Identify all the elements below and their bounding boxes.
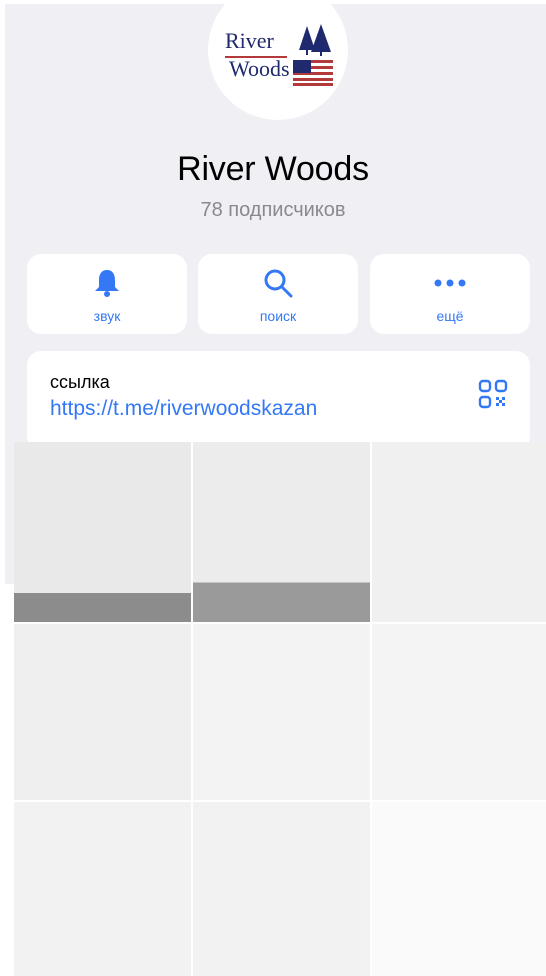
sound-button[interactable]: звук <box>27 254 187 334</box>
media-thumb[interactable] <box>193 624 370 800</box>
logo-text-woods: Woods <box>229 56 290 81</box>
trees-icon <box>299 24 331 56</box>
subscriber-count: 78 подписчиков <box>200 199 346 221</box>
flag-icon <box>293 60 333 86</box>
channel-link[interactable]: https://t.me/riverwoodskazan <box>50 397 317 421</box>
media-thumb[interactable] <box>14 624 191 800</box>
qr-code-icon[interactable] <box>478 379 508 414</box>
media-thumb[interactable] <box>372 624 546 800</box>
sound-label: звук <box>93 308 121 324</box>
more-label: ещё <box>436 308 464 324</box>
logo-text-river: River <box>225 28 274 53</box>
more-button[interactable]: ещё <box>370 254 530 334</box>
channel-title: River Woods <box>177 150 369 188</box>
media-thumb[interactable] <box>372 442 546 622</box>
search-label: поиск <box>259 308 297 324</box>
link-card[interactable]: ссылка https://t.me/riverwoodskazan <box>27 351 530 451</box>
link-label: ссылка <box>50 372 110 392</box>
bell-icon <box>27 268 187 300</box>
search-button[interactable]: поиск <box>198 254 358 334</box>
media-thumb[interactable] <box>14 802 191 976</box>
media-thumb[interactable] <box>372 802 546 976</box>
search-icon <box>198 268 358 300</box>
more-icon <box>370 268 530 300</box>
media-thumb[interactable] <box>193 802 370 976</box>
river-woods-logo: River Woods <box>219 24 337 94</box>
media-thumb[interactable] <box>14 442 191 622</box>
media-thumb[interactable] <box>193 442 370 622</box>
media-grid <box>14 442 546 976</box>
